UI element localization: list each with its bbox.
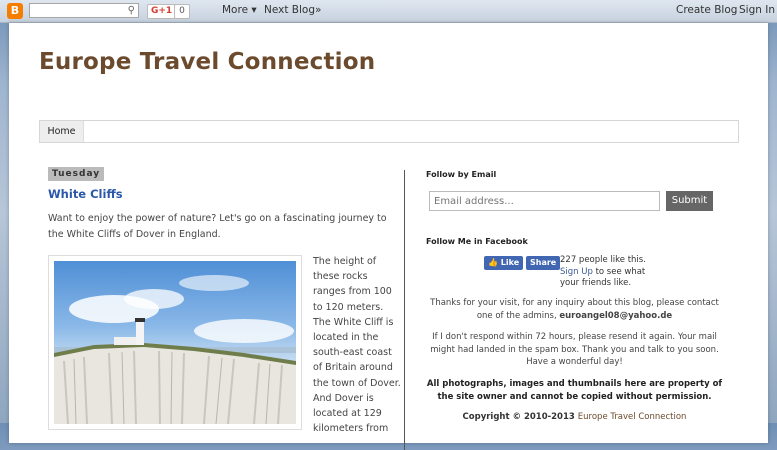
white-cliffs-image <box>54 261 296 424</box>
respond-paragraph: If I don't respond within 72 hours, plea… <box>430 332 719 367</box>
search-icon[interactable]: ⚲ <box>128 5 135 16</box>
tab-home[interactable]: Home <box>40 121 84 142</box>
email-subscribe-input[interactable] <box>429 191 660 211</box>
page-tabs: Home <box>39 120 739 143</box>
facebook-like-label: Like <box>500 258 520 267</box>
post-intro-text: Want to enjoy the power of nature? Let's… <box>48 213 387 240</box>
facebook-like-button[interactable]: 👍 Like <box>484 256 524 270</box>
gplus-button[interactable]: G+1 <box>147 4 177 19</box>
navbar-search-input[interactable]: ⚲ <box>29 3 139 18</box>
copyright-prefix: Copyright © 2010-2013 <box>462 412 575 422</box>
thumbs-up-icon: 👍 <box>488 258 498 267</box>
facebook-count-text: 227 people like this. <box>560 255 646 265</box>
post-photo[interactable] <box>48 255 302 430</box>
copyright-site-link[interactable]: Europe Travel Connection <box>578 412 687 422</box>
next-blog-link[interactable]: Next Blog» <box>264 4 321 16</box>
facebook-heading: Follow Me in Facebook <box>426 237 528 246</box>
blogger-navbar: B ⚲ G+1 0 More ▾ Next Blog» Create Blog … <box>0 0 777 23</box>
gplus-count: 0 <box>174 4 190 19</box>
rights-paragraph: All photographs, images and thumbnails h… <box>426 379 723 402</box>
admin-email: euroangel08@yahoo.de <box>559 310 673 321</box>
facebook-like-count: 227 people like this. Sign Up to see wha… <box>560 255 660 290</box>
post-title-link[interactable]: White Cliffs <box>48 187 123 201</box>
copyright-line: Copyright © 2010-2013 Europe Travel Conn… <box>426 412 723 422</box>
blogger-logo-icon[interactable]: B <box>7 3 23 19</box>
sign-in-link[interactable]: Sign In <box>739 4 775 16</box>
thanks-paragraph: Thanks for your visit, for any inquiry a… <box>426 297 723 322</box>
more-menu-button[interactable]: More ▾ <box>222 4 257 16</box>
post-date-header: Tuesday <box>48 167 105 181</box>
blog-page: Europe Travel Connection Home Tuesday Wh… <box>9 23 768 450</box>
blog-title[interactable]: Europe Travel Connection <box>39 49 375 75</box>
post-body-text: The height of these rocks ranges from 10… <box>313 256 401 435</box>
email-submit-button[interactable]: Submit <box>666 191 713 211</box>
create-blog-link[interactable]: Create Blog <box>676 4 737 16</box>
column-divider <box>404 170 405 450</box>
follow-by-email-heading: Follow by Email <box>426 170 497 179</box>
facebook-signup-link[interactable]: Sign Up <box>560 267 593 277</box>
facebook-share-button[interactable]: Share <box>526 256 561 270</box>
